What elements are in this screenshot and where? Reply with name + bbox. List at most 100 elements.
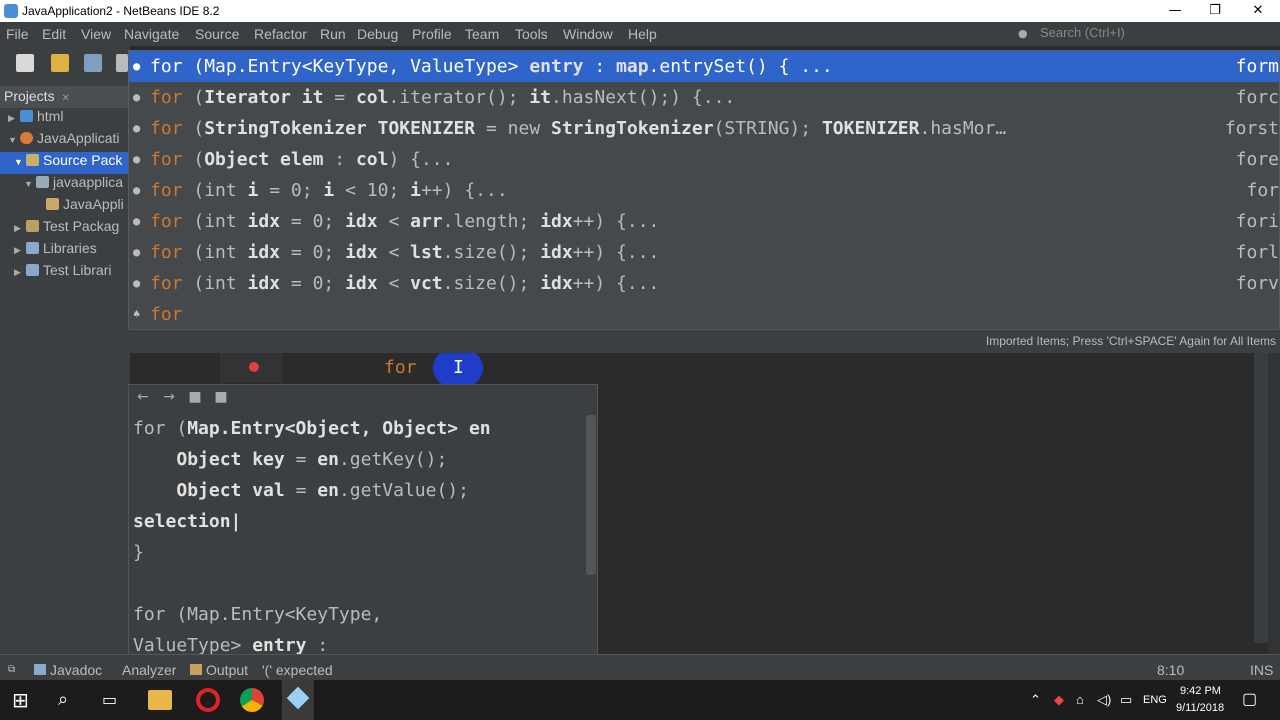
search-input[interactable]: Search (Ctrl+I) bbox=[1040, 25, 1125, 40]
doc-line: Object val = en.getValue(); bbox=[176, 480, 469, 501]
menu-source[interactable]: Source bbox=[195, 26, 239, 42]
doc-line: } bbox=[133, 542, 144, 563]
status-message: '(' expected bbox=[262, 662, 333, 678]
completion-item[interactable]: ● for (Map.Entry<KeyType, ValueType> entr… bbox=[129, 51, 1279, 82]
completion-item-text: for bbox=[150, 304, 183, 325]
menu-run[interactable]: Run bbox=[320, 26, 346, 42]
menu-team[interactable]: Team bbox=[465, 26, 499, 42]
completion-item[interactable]: ● for (int i = 0; i < 10; i++) {... for bbox=[129, 175, 1279, 206]
menu-tools[interactable]: Tools bbox=[515, 26, 548, 42]
completion-item[interactable]: ● for (int idx = 0; idx < lst.size(); idx… bbox=[129, 237, 1279, 268]
library-icon bbox=[26, 264, 39, 276]
javadoc-tab[interactable]: Javadoc bbox=[34, 662, 102, 678]
package-folder-icon bbox=[26, 154, 39, 166]
template-icon: ● bbox=[133, 183, 141, 197]
completion-item[interactable]: ● for (int idx = 0; idx < arr.length; idx… bbox=[129, 206, 1279, 237]
tree-item-libraries[interactable]: ▶ Libraries bbox=[0, 240, 130, 262]
completion-item[interactable]: ● for (Object elem : col) {... fore bbox=[129, 144, 1279, 175]
javadoc-label: Javadoc bbox=[50, 662, 103, 678]
doc-line: for (Map.Entry<KeyType, bbox=[133, 604, 383, 625]
save-all-icon[interactable] bbox=[116, 54, 128, 72]
doc-scrollbar-vertical[interactable] bbox=[586, 415, 596, 575]
typed-code[interactable]: for bbox=[384, 357, 417, 378]
volume-icon[interactable]: ◁) bbox=[1097, 692, 1111, 708]
close-button[interactable]: ✕ bbox=[1236, 0, 1280, 22]
completion-item[interactable]: ● for (StringTokenizer TOKENIZER = new St… bbox=[129, 113, 1279, 144]
tray-chevron-icon[interactable]: ⌃ bbox=[1030, 692, 1041, 708]
notification-icon[interactable]: ▢ bbox=[1242, 689, 1257, 709]
expand-arrow-icon[interactable]: ▶ bbox=[14, 245, 24, 256]
template-icon: ● bbox=[133, 152, 141, 166]
language-indicator[interactable]: ENG bbox=[1143, 694, 1167, 706]
chrome-icon[interactable] bbox=[240, 688, 264, 712]
completion-item-text: for (int i = 0; i < 10; i++) {... bbox=[150, 180, 508, 201]
open-source-icon[interactable]: ■ bbox=[213, 390, 229, 404]
tree-item-javaapplication[interactable]: ▼ JavaApplicati bbox=[0, 130, 130, 152]
tree-item-label: html bbox=[37, 108, 64, 124]
menu-debug[interactable]: Debug bbox=[357, 26, 398, 42]
clock-time[interactable]: 9:42 PM bbox=[1180, 685, 1221, 697]
java-file-icon bbox=[46, 198, 59, 210]
opera-icon[interactable] bbox=[196, 688, 220, 712]
minimize-button[interactable]: — bbox=[1153, 0, 1197, 22]
collapse-arrow-icon[interactable]: ▼ bbox=[24, 179, 34, 189]
back-arrow-icon[interactable]: ← bbox=[135, 390, 151, 404]
menu-edit[interactable]: Edit bbox=[42, 26, 66, 42]
expand-arrow-icon[interactable]: ▶ bbox=[8, 113, 18, 124]
expand-arrow-icon[interactable]: ▶ bbox=[14, 267, 24, 278]
analyzer-tab[interactable]: Analyzer bbox=[122, 662, 176, 678]
completion-item[interactable]: ● for (int idx = 0; idx < vct.size(); idx… bbox=[129, 268, 1279, 299]
completion-item-text: for (Map.Entry<KeyType, ValueType> entry… bbox=[150, 56, 833, 77]
tree-item-java-file[interactable]: JavaAppli bbox=[0, 196, 130, 218]
tree-item-html[interactable]: ▶ html bbox=[0, 108, 130, 130]
collapse-arrow-icon[interactable]: ▼ bbox=[8, 135, 18, 145]
clock-date[interactable]: 9/11/2018 bbox=[1176, 702, 1224, 714]
menu-profile[interactable]: Profile bbox=[412, 26, 452, 42]
tree-item-test-libraries[interactable]: ▶ Test Librari bbox=[0, 262, 130, 284]
netbeans-taskbar-button[interactable] bbox=[282, 680, 314, 720]
completion-abbreviation: form bbox=[1235, 56, 1279, 77]
error-icon[interactable] bbox=[249, 362, 259, 372]
tree-item-source-packages[interactable]: ▼ Source Pack bbox=[0, 152, 130, 174]
start-windows-icon[interactable]: ⊞ bbox=[12, 688, 36, 712]
completion-hint: Imported Items; Press 'Ctrl+SPACE' Again… bbox=[985, 334, 1276, 348]
menu-refactor[interactable]: Refactor bbox=[254, 26, 307, 42]
tree-item-package[interactable]: ▼ javaapplica bbox=[0, 174, 130, 196]
completion-item[interactable]: ● for (Iterator it = col.iterator(); it.h… bbox=[129, 82, 1279, 113]
collapse-arrow-icon[interactable]: ▼ bbox=[14, 157, 24, 167]
output-tab[interactable]: Output bbox=[190, 662, 248, 678]
library-icon bbox=[26, 242, 39, 254]
search-icon[interactable]: ⌕ bbox=[58, 688, 82, 712]
editor-scrollbar[interactable] bbox=[1254, 353, 1268, 643]
completion-item[interactable]: ♠ for bbox=[129, 299, 1279, 330]
network-icon[interactable]: ⌂ bbox=[1076, 692, 1084, 707]
tree-item-label: Test Librari bbox=[43, 262, 112, 278]
file-explorer-icon[interactable] bbox=[148, 690, 172, 710]
new-project-icon[interactable] bbox=[51, 54, 69, 72]
error-stripe bbox=[1268, 353, 1280, 654]
output-icon bbox=[190, 664, 202, 675]
menu-file[interactable]: File bbox=[6, 26, 29, 42]
maximize-button[interactable]: ❐ bbox=[1193, 0, 1237, 22]
menu-navigate[interactable]: Navigate bbox=[124, 26, 179, 42]
close-icon[interactable]: ✕ bbox=[61, 93, 69, 104]
expand-arrow-icon[interactable]: ▶ bbox=[14, 223, 24, 234]
new-file-icon[interactable] bbox=[16, 54, 34, 72]
layers-icon[interactable]: ⧉ bbox=[8, 664, 15, 675]
open-browser-icon[interactable]: ■ bbox=[187, 390, 203, 404]
template-icon: ● bbox=[133, 121, 141, 135]
tab-projects[interactable]: Projects ✕ bbox=[4, 88, 70, 104]
menu-view[interactable]: View bbox=[81, 26, 111, 42]
menu-help[interactable]: Help bbox=[628, 26, 657, 42]
menu-window[interactable]: Window bbox=[563, 26, 613, 42]
doc-line: selection| bbox=[133, 511, 242, 532]
open-project-icon[interactable] bbox=[84, 54, 102, 72]
tree-item-test-packages[interactable]: ▶ Test Packag bbox=[0, 218, 130, 240]
netbeans-app-icon bbox=[4, 4, 18, 18]
task-view-icon[interactable]: ▭ bbox=[102, 688, 126, 712]
tray-app-icon[interactable]: ◆ bbox=[1054, 692, 1064, 708]
netbeans-icon bbox=[286, 686, 310, 710]
forward-arrow-icon[interactable]: → bbox=[161, 390, 177, 404]
tree-item-label: JavaAppli bbox=[63, 196, 124, 212]
battery-icon[interactable]: ▭ bbox=[1120, 692, 1132, 708]
